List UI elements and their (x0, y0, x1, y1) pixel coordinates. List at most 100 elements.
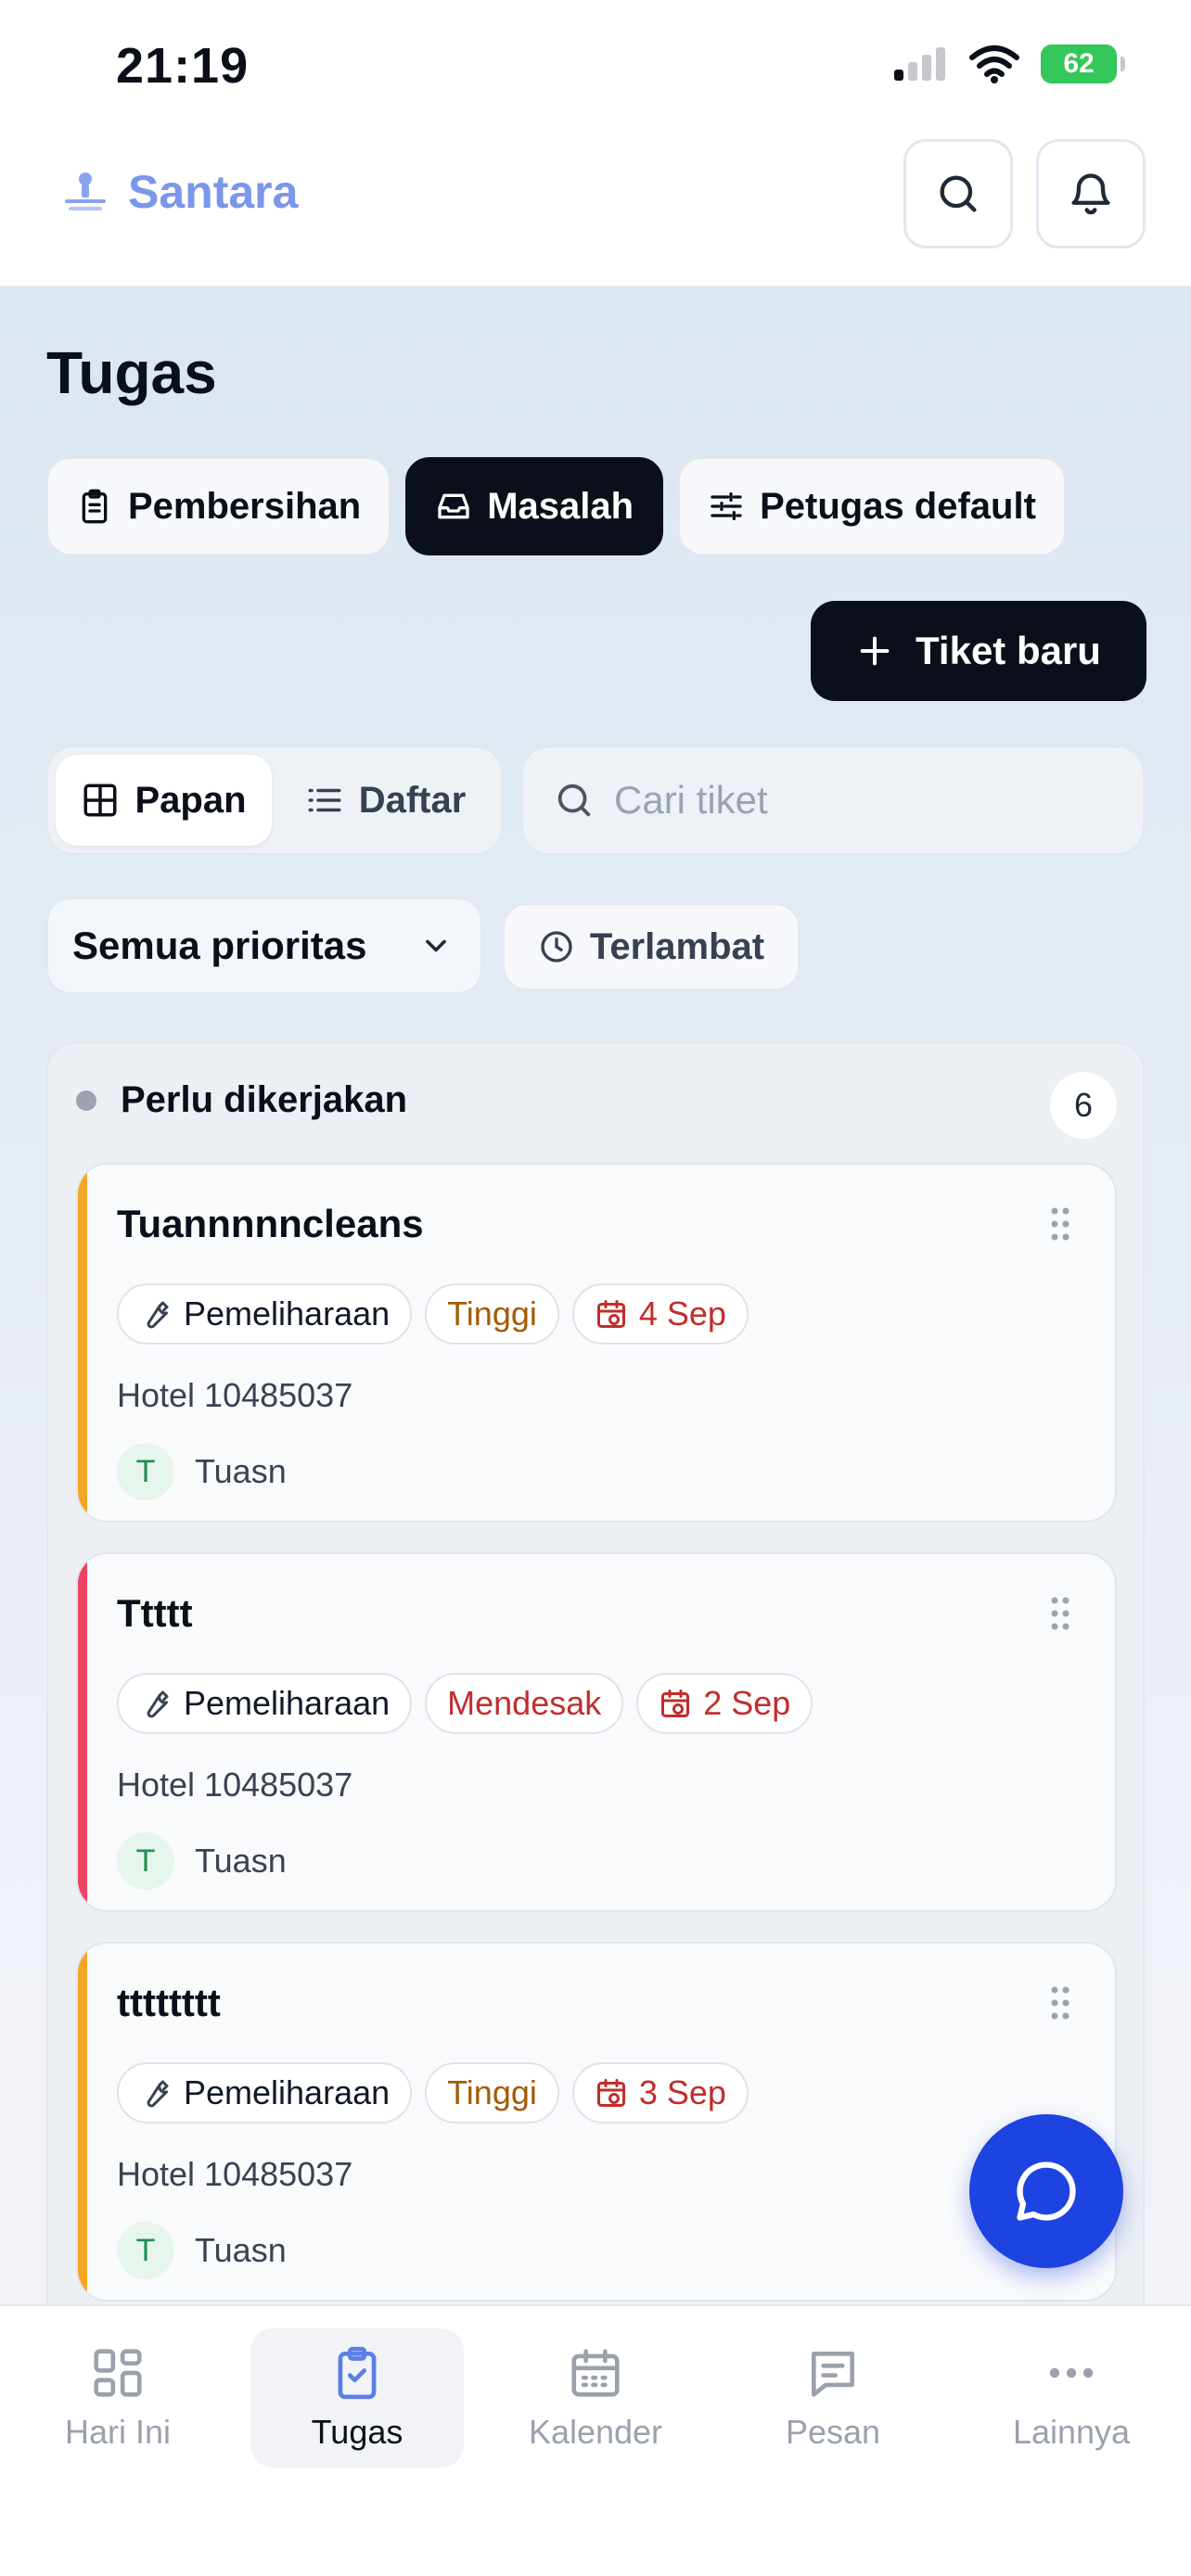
category-tabs: Pembersihan Masalah Petugas default (46, 457, 1066, 555)
drag-handle-icon[interactable] (1050, 1595, 1070, 1632)
clipboard-check-icon (338, 2346, 377, 2400)
new-ticket-button[interactable]: Tiket baru (811, 601, 1146, 701)
tab-petugas-default[interactable]: Petugas default (678, 457, 1066, 555)
status-icons: 62 (892, 45, 1125, 83)
tab-masalah[interactable]: Masalah (405, 457, 664, 555)
category-label: Pemeliharaan (184, 1684, 391, 1722)
page-title: Tugas (46, 339, 217, 406)
sliders-icon (711, 492, 742, 520)
avatar: T (117, 1832, 174, 1890)
column-title: Perlu dikerjakan (121, 1079, 408, 1120)
category-tag: Pemeliharaan (117, 1283, 413, 1345)
app-header: Santara (0, 139, 1191, 287)
due-date-tag: 4 Sep (571, 1283, 749, 1345)
view-board-button[interactable]: Papan (56, 755, 272, 846)
wifi-icon (969, 45, 1019, 83)
column-count-badge: 6 (1050, 1072, 1117, 1139)
tab-pembersihan[interactable]: Pembersihan (46, 457, 391, 555)
tab-label: Pembersihan (128, 485, 362, 527)
nav-item-tugas[interactable]: Tugas (250, 2328, 464, 2468)
priority-tag: Mendesak (425, 1673, 624, 1734)
nav-label: Kalender (528, 2413, 663, 2451)
grid-icon (94, 2349, 142, 2397)
clipboard-list-icon (82, 489, 108, 524)
calendar-clock-icon (596, 1300, 625, 1328)
inbox-icon (438, 493, 469, 519)
ticket-location: Hotel 10485037 (117, 1766, 353, 1804)
header-search-button[interactable] (903, 139, 1013, 249)
chevron-down-icon (426, 939, 446, 952)
bell-icon (1071, 173, 1110, 215)
plus-icon (860, 636, 890, 666)
category-label: Pemeliharaan (184, 1294, 391, 1333)
priority-filter-select[interactable]: Semua prioritas (46, 898, 482, 994)
santara-logo-icon (65, 172, 106, 210)
nav-label: Pesan (785, 2413, 881, 2451)
nav-item-lainnya[interactable]: Lainnya (965, 2328, 1178, 2468)
view-board-label: Papan (134, 779, 247, 821)
late-filter-chip[interactable]: Terlambat (503, 903, 800, 990)
status-bar: 21:19 62 (0, 0, 1191, 139)
battery-indicator: 62 (1041, 45, 1125, 83)
priority-tag: Tinggi (425, 1283, 559, 1345)
wrench-icon (147, 1301, 169, 1329)
priority-filter-value: Semua prioritas (72, 924, 367, 967)
nav-label: Hari Ini (64, 2413, 172, 2451)
calendar-clock-icon (661, 1690, 690, 1717)
search-icon (940, 175, 977, 212)
assignee-name: Tuasn (195, 1452, 287, 1490)
notifications-button[interactable] (1036, 139, 1146, 249)
wrench-icon (147, 2080, 169, 2108)
ticket-assignee: T Tuasn (117, 2222, 287, 2279)
bottom-navigation: Hari Ini Tugas Kalender Pesan Lainnya (0, 2304, 1191, 2576)
avatar: T (117, 2222, 174, 2279)
ticket-card[interactable]: Tuannnnncleans Pemeliharaan Tinggi 4 Sep… (76, 1163, 1117, 1523)
nav-item-pesan[interactable]: Pesan (726, 2328, 940, 2468)
tab-label: Masalah (487, 485, 634, 527)
calendar-clock-icon (596, 2079, 625, 2107)
ticket-location: Hotel 10485037 (117, 2155, 353, 2193)
category-tag: Pemeliharaan (117, 1673, 413, 1734)
ticket-card[interactable]: Ttttt Pemeliharaan Mendesak 2 Sep Hotel … (76, 1552, 1117, 1912)
nav-label: Lainnya (1012, 2413, 1131, 2451)
drag-handle-icon[interactable] (1050, 1205, 1070, 1243)
due-date-tag: 3 Sep (571, 2062, 749, 2123)
ticket-tags: Pemeliharaan Tinggi 4 Sep (117, 1283, 749, 1345)
ticket-search-input[interactable] (614, 778, 1115, 823)
column-header: Perlu dikerjakan (76, 1079, 407, 1121)
ticket-title: Tuannnnncleans (117, 1202, 424, 1245)
priority-tag: Tinggi (425, 2062, 559, 2123)
ticket-assignee: T Tuasn (117, 1443, 287, 1500)
chat-fab-button[interactable] (969, 2114, 1123, 2268)
kanban-column-todo: Perlu dikerjakan 6 Tuannnnncleans Pemeli… (46, 1042, 1145, 2304)
late-filter-label: Terlambat (589, 925, 765, 967)
cellular-signal-icon (894, 47, 945, 81)
status-time: 21:19 (116, 38, 250, 94)
battery-level: 62 (1063, 48, 1095, 79)
ticket-card[interactable]: tttttttt Pemeliharaan Tinggi 3 Sep Hotel… (76, 1942, 1117, 2302)
nav-item-kalender[interactable]: Kalender (489, 2328, 702, 2468)
brand-name: Santara (128, 166, 299, 218)
main-content: Tugas Pembersihan Masalah Petugas defaul… (0, 287, 1191, 2304)
ticket-search (521, 746, 1145, 855)
ticket-tags: Pemeliharaan Mendesak 2 Sep (117, 1673, 813, 1734)
assignee-name: Tuasn (195, 1842, 287, 1880)
nav-item-hari-ini[interactable]: Hari Ini (11, 2328, 224, 2468)
nav-label: Tugas (311, 2413, 403, 2451)
brand-logo[interactable]: Santara (59, 163, 298, 221)
calendar-icon (571, 2349, 620, 2397)
chat-bubble-icon (1017, 2162, 1076, 2221)
view-toggle: Papan Daftar (46, 746, 503, 855)
view-list-button[interactable]: Daftar (277, 755, 493, 846)
view-list-label: Daftar (358, 779, 467, 821)
status-dot (76, 1090, 96, 1111)
list-icon (308, 788, 341, 812)
message-icon (812, 2352, 854, 2397)
drag-handle-icon[interactable] (1050, 1984, 1070, 2021)
category-tag: Pemeliharaan (117, 2062, 413, 2123)
category-label: Pemeliharaan (184, 2073, 391, 2111)
more-icon (1049, 2367, 1094, 2378)
ticket-tags: Pemeliharaan Tinggi 3 Sep (117, 2062, 749, 2123)
due-date-label: 2 Sep (703, 1684, 791, 1722)
search-icon (557, 784, 591, 817)
